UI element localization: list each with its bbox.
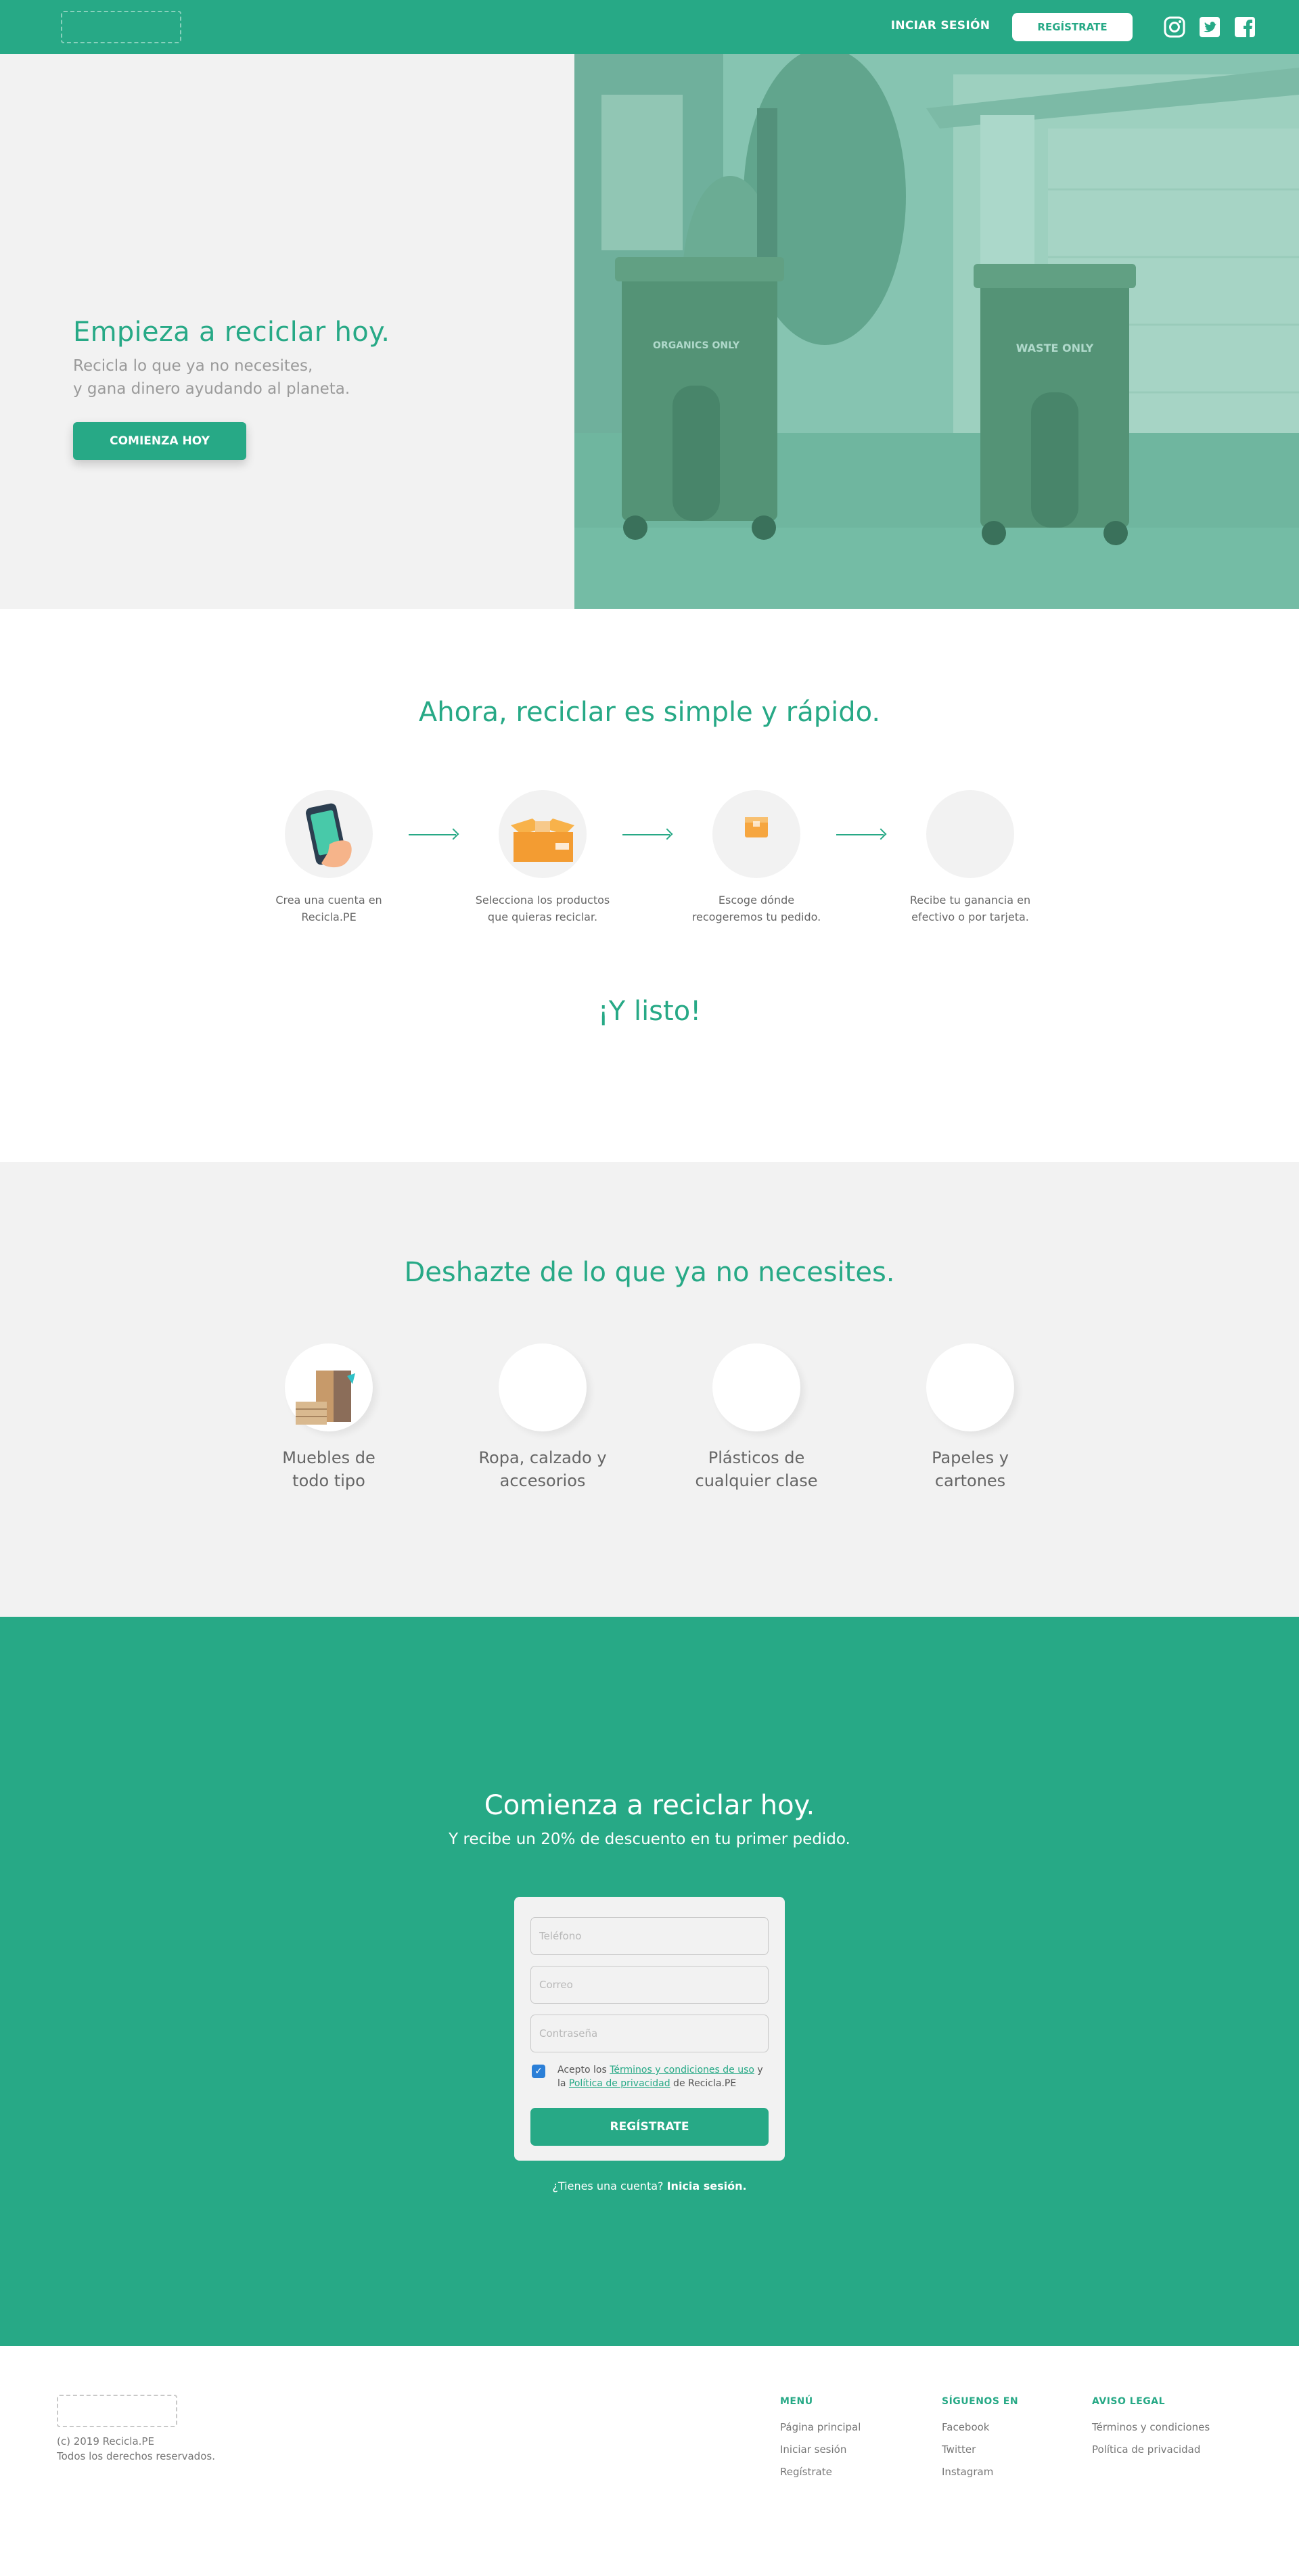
open-box-icon	[511, 819, 574, 862]
footer-logo-placeholder[interactable]	[57, 2395, 177, 2427]
footer-menu-column: MENÚ Página principal Iniciar sesión Reg…	[780, 2396, 861, 2483]
phone-field[interactable]	[530, 1917, 769, 1955]
step-arrow-1	[409, 834, 456, 835]
phone-hand-icon	[306, 803, 352, 868]
steps-section: Ahora, reciclar es simple y rápido. Crea…	[0, 609, 1299, 1162]
signup-form: ✓ Acepto los Términos y condiciones de u…	[514, 1897, 785, 2161]
submit-button[interactable]: REGÍSTRATE	[530, 2108, 769, 2146]
signup-title: Comienza a reciclar hoy.	[484, 1790, 815, 1821]
category-3-text: Plásticos de cualquier clase	[675, 1446, 838, 1492]
terms-text: Acepto los Términos y condiciones de uso…	[557, 2063, 774, 2090]
hero-title: Empieza a reciclar hoy.	[73, 317, 390, 348]
twitter-icon[interactable]	[1198, 15, 1222, 39]
category-2-line-2: accesorios	[499, 1471, 586, 1490]
copyright: (c) 2019 Recicla.PE Todos los derechos r…	[57, 2434, 215, 2464]
step-4-line-2: efectivo o por tarjeta.	[911, 911, 1029, 923]
step-1-circle	[285, 790, 373, 878]
step-1-line-1: Crea una cuenta en	[275, 894, 382, 906]
copyright-line: (c) 2019 Recicla.PE	[57, 2435, 154, 2447]
rights-line: Todos los derechos reservados.	[57, 2450, 215, 2462]
footer-link-terms[interactable]: Términos y condiciones	[1092, 2416, 1210, 2439]
login-link-bottom[interactable]: Inicia sesión.	[667, 2180, 747, 2192]
hero-text: Recicla lo que ya no necesites, y gana d…	[73, 354, 547, 400]
step-arrow-2	[622, 834, 670, 835]
footer-link-home[interactable]: Página principal	[780, 2416, 861, 2439]
category-1-line-1: Muebles de	[282, 1448, 375, 1467]
done-title: ¡Y listo!	[597, 996, 702, 1027]
signup-section: Comienza a reciclar hoy. Y recibe un 20%…	[0, 1617, 1299, 2346]
footer-link-facebook[interactable]: Facebook	[942, 2416, 1018, 2439]
footer-follow-column: SÍGUENOS EN Facebook Twitter Instagram	[942, 2396, 1018, 2483]
terms-checkbox[interactable]: ✓	[532, 2065, 545, 2078]
facebook-icon[interactable]	[1233, 15, 1257, 39]
category-3-line-1: Plásticos de	[708, 1448, 805, 1467]
category-2-circle	[499, 1343, 587, 1431]
email-field[interactable]	[530, 1966, 769, 2004]
footer-link-signup[interactable]: Regístrate	[780, 2461, 861, 2483]
footer-link-twitter[interactable]: Twitter	[942, 2439, 1018, 2461]
plastics-icon	[712, 1343, 800, 1431]
footer-legal-column: AVISO LEGAL Términos y condiciones Polít…	[1092, 2396, 1210, 2461]
step-2-text: Selecciona los productos que quieras rec…	[468, 892, 617, 925]
footer-link-privacy[interactable]: Política de privacidad	[1092, 2439, 1210, 2461]
terms-post: de Recicla.PE	[670, 2078, 737, 2089]
terms-pre: Acepto los	[557, 2065, 610, 2075]
hero-section: Empieza a reciclar hoy. Recicla lo que y…	[0, 54, 1299, 609]
footer-menu-title: MENÚ	[780, 2396, 813, 2407]
paper-icon	[926, 1343, 1014, 1431]
top-nav: INCIAR SESIÓN REGÍSTRATE	[0, 0, 1299, 54]
step-4-text: Recibe tu ganancia en efectivo o por tar…	[896, 892, 1045, 925]
step-2-line-1: Selecciona los productos	[475, 894, 610, 906]
signup-subtitle: Y recibe un 20% de descuento en tu prime…	[449, 1831, 850, 1848]
step-2-circle	[499, 790, 587, 878]
footer-legal-title: AVISO LEGAL	[1092, 2396, 1166, 2407]
category-4-line-2: cartones	[934, 1471, 1006, 1490]
instagram-icon[interactable]	[1162, 15, 1187, 39]
signup-button[interactable]: REGÍSTRATE	[1012, 13, 1133, 41]
category-3-line-2: cualquier clase	[695, 1471, 818, 1490]
have-account-label: ¿Tienes una cuenta?	[552, 2180, 667, 2192]
category-2-line-1: Ropa, calzado y	[478, 1448, 607, 1467]
step-3-line-1: Escoge dónde	[718, 894, 795, 906]
category-1-circle	[285, 1343, 373, 1431]
category-4-circle	[926, 1343, 1014, 1431]
hero-line-2: y gana dinero ayudando al planeta.	[73, 380, 350, 398]
clothing-icon	[499, 1343, 587, 1431]
categories-section: Deshazte de lo que ya no necesites. Mueb…	[0, 1162, 1299, 1617]
steps-title: Ahora, reciclar es simple y rápido.	[418, 697, 881, 728]
category-1-line-2: todo tipo	[292, 1471, 365, 1490]
logo-placeholder[interactable]	[61, 11, 181, 43]
have-account-text: ¿Tienes una cuenta? Inicia sesión.	[0, 2180, 1299, 2192]
category-2-text: Ropa, calzado y accesorios	[461, 1446, 624, 1492]
step-3-line-2: recogeremos tu pedido.	[691, 911, 821, 923]
categories-title: Deshazte de lo que ya no necesites.	[404, 1257, 895, 1288]
footer: (c) 2019 Recicla.PE Todos los derechos r…	[0, 2346, 1299, 2576]
category-3-circle	[712, 1343, 800, 1431]
money-icon	[926, 790, 1014, 878]
step-4-circle	[926, 790, 1014, 878]
password-field[interactable]	[530, 2015, 769, 2052]
step-3-text: Escoge dónde recogeremos tu pedido.	[682, 892, 831, 925]
terms-link[interactable]: Términos y condiciones de uso	[610, 2065, 754, 2075]
package-icon	[745, 817, 768, 837]
step-1-line-2: Recicla.PE	[301, 911, 357, 923]
hero-line-1: Recicla lo que ya no necesites,	[73, 357, 313, 375]
step-3-circle	[712, 790, 800, 878]
step-2-line-2: que quieras reciclar.	[487, 911, 598, 923]
step-arrow-3	[836, 834, 884, 835]
footer-link-login[interactable]: Iniciar sesión	[780, 2439, 861, 2461]
hero-cta-button[interactable]: COMIENZA HOY	[73, 422, 246, 460]
furniture-icon	[296, 1371, 355, 1425]
footer-link-instagram[interactable]: Instagram	[942, 2461, 1018, 2483]
step-4-line-1: Recibe tu ganancia en	[909, 894, 1031, 906]
category-4-line-1: Papeles y	[932, 1448, 1009, 1467]
login-link[interactable]: INCIAR SESIÓN	[859, 19, 1022, 32]
privacy-link[interactable]: Política de privacidad	[569, 2078, 670, 2089]
footer-follow-title: SÍGUENOS EN	[942, 2396, 1019, 2407]
category-1-text: Muebles de todo tipo	[248, 1446, 410, 1492]
category-4-text: Papeles y cartones	[889, 1446, 1051, 1492]
hero-photo-trash-bins: ORGANICS ONLY WASTE ONLY	[574, 54, 1299, 609]
step-1-text: Crea una cuenta en Recicla.PE	[254, 892, 403, 925]
